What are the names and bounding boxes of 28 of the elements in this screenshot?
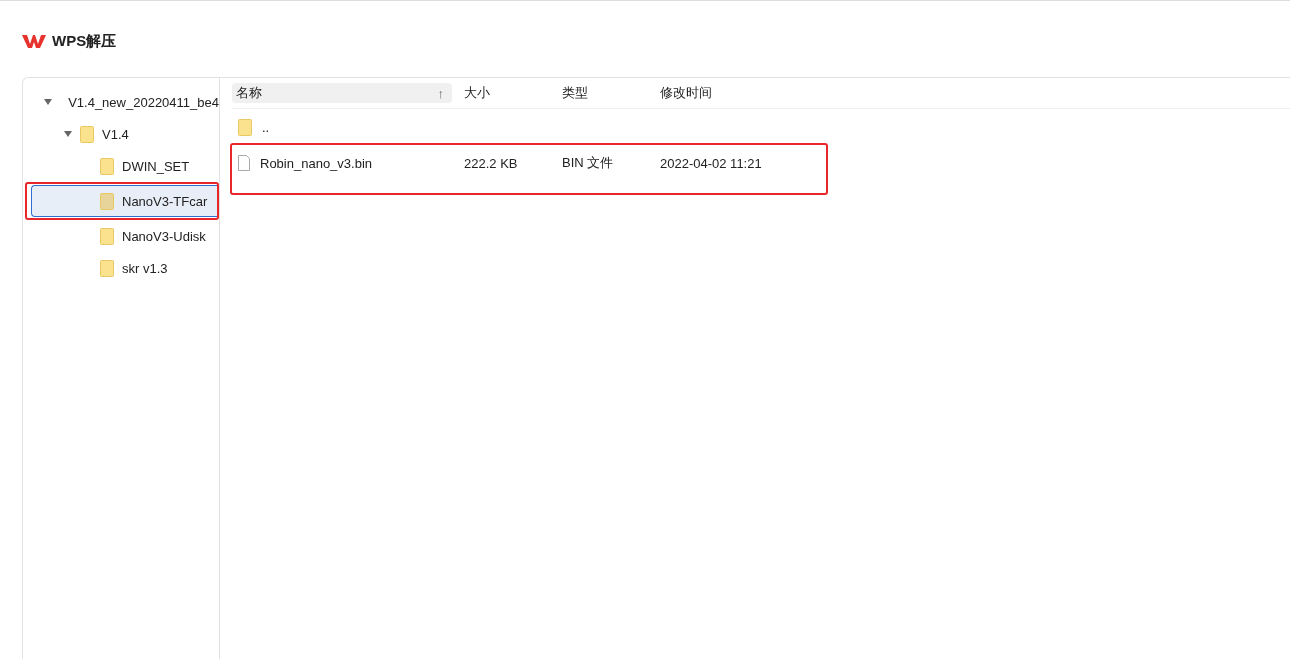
column-header[interactable]: 大小	[460, 83, 550, 103]
file-name: Robin_nano_v3.bin	[260, 155, 373, 171]
column-header[interactable]: 类型	[558, 83, 648, 103]
file-row[interactable]: ..	[232, 111, 816, 143]
file-icon	[238, 155, 250, 171]
tree-item[interactable]: V1.4	[31, 118, 219, 150]
expand-arrow-icon[interactable]	[64, 130, 72, 138]
logo-icon	[22, 33, 46, 49]
folder-icon	[100, 192, 114, 210]
expand-arrow-icon[interactable]	[44, 98, 52, 106]
folder-icon	[80, 125, 94, 143]
column-header[interactable]: 修改时间	[656, 83, 816, 103]
tree-item[interactable]: V1.4_new_20220411_be4	[31, 86, 219, 118]
tree-item[interactable]: skr v1.3	[31, 252, 219, 284]
file-size: 222.2 KB	[464, 155, 518, 171]
modified-time: 2022-04-02 11:21	[660, 155, 762, 171]
file-row[interactable]: Robin_nano_v3.bin 222.2 KB BIN 文件 2022-04-02 11:21	[232, 147, 816, 179]
column-header[interactable]: 名称 ↑	[232, 83, 452, 103]
file-type: BIN 文件	[562, 154, 614, 172]
tree-item[interactable]: DWIN_SET	[31, 150, 219, 182]
folder-icon	[238, 118, 252, 136]
tree-item[interactable]: NanoV3-Udisk	[31, 220, 219, 252]
folder-icon	[100, 157, 114, 175]
tree-item[interactable]: NanoV3-TFcar	[31, 185, 217, 217]
file-name: ..	[262, 119, 270, 135]
app-title: WPS解压	[52, 31, 117, 51]
folder-icon	[100, 259, 114, 277]
folder-icon	[100, 227, 114, 245]
